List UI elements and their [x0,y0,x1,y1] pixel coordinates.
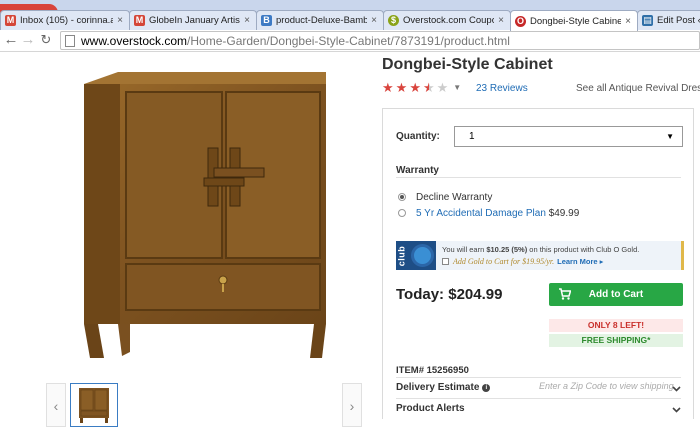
product-title: Dongbei-Style Cabinet [382,56,553,73]
close-icon[interactable]: × [369,15,379,26]
divider [396,398,681,399]
price-today: Today: $204.99 [396,286,503,303]
decline-warranty-label[interactable]: Decline Warranty [416,192,492,203]
add-to-cart-button[interactable]: Add to Cart [549,283,683,306]
page-icon [65,34,75,47]
tab-title: GlobeIn January Artisan B [149,15,240,26]
club-o-earn-text: You will earn $10.25 (5%) on this produc… [442,245,640,254]
buy-box: Quantity: 1 ▼ Warranty Decline Warranty … [382,108,694,419]
tab-title: Dongbei-Style Cabinet - [530,15,621,27]
decline-warranty-radio[interactable] [398,193,406,201]
edit-post-icon: ▤ [642,15,653,26]
blogger-icon: B [261,15,272,26]
cart-icon [559,288,571,300]
tab-coupons[interactable]: $ Overstock.com Coupons × [383,10,511,30]
close-icon[interactable]: × [242,15,252,26]
tab-gmail-inbox[interactable]: M Inbox (105) - corinna.ah@ × [0,10,130,30]
damage-plan-radio[interactable] [398,209,406,217]
close-icon[interactable]: × [623,16,633,27]
warranty-label: Warranty [396,165,439,176]
overstock-coupon-icon: $ [388,15,399,26]
thumbnail-image[interactable] [70,383,118,427]
divider [396,177,681,178]
tab-edit-post[interactable]: ▤ Edit Post ‹ A [637,10,700,30]
tab-title: Inbox (105) - corinna.ah@ [20,15,113,26]
divider [396,377,681,378]
star-icon: ★ [436,80,449,95]
club-o-banner: club You will earn $10.25 (5%) on this p… [396,241,684,270]
url-host: www.overstock.com [81,33,188,48]
reviews-link[interactable]: 23 Reviews [476,83,528,94]
url-path: /Home-Garden/Dongbei-Style-Cabinet/78731… [187,33,510,48]
price-value: $204.99 [448,286,503,303]
star-rating[interactable]: ★ ★ ★ ★ ★ ▼ [382,81,461,94]
damage-plan-link[interactable]: 5 Yr Accidental Damage Plan [416,208,546,219]
quantity-value: 1 [469,131,475,142]
prev-image-button[interactable]: ‹ [46,383,66,427]
back-arrow-icon[interactable]: ← [3,32,19,48]
chevron-down-icon[interactable] [672,405,681,414]
image-thumbnails: ‹ › [0,380,370,430]
info-icon[interactable]: i [482,383,491,392]
gmail-icon: M [134,15,145,26]
stock-badge: ONLY 8 LEFT! [549,319,683,332]
tab-blogger[interactable]: B product-Deluxe-Bamboo × [256,10,384,30]
next-image-button[interactable]: › [342,383,362,427]
add-gold-text: Add Gold to Cart for $19.95/yr. [453,257,555,266]
zip-hint: Enter a Zip Code to view shipping. [539,381,677,391]
reload-icon[interactable]: ↻ [38,32,54,48]
product-alerts-row[interactable]: Product Alerts [396,403,465,414]
chevron-down-icon: ▼ [666,132,674,141]
star-icon: ★ [395,80,408,95]
tab-title: product-Deluxe-Bamboo [276,15,367,26]
add-gold-checkbox[interactable] [442,258,449,265]
tab-globein[interactable]: M GlobeIn January Artisan B × [129,10,257,30]
overstock-icon: O [515,15,526,27]
quantity-label: Quantity: [396,131,440,142]
add-to-cart-label: Add to Cart [588,289,644,300]
item-number: ITEM# 15256950 [396,365,469,376]
delivery-estimate-row[interactable]: Delivery Estimate i [396,382,491,393]
browser-tab-strip: M Inbox (105) - corinna.ah@ × M GlobeIn … [0,0,700,31]
close-icon[interactable]: × [496,15,506,26]
club-o-logo: club [396,241,436,270]
chevron-down-icon[interactable] [672,384,681,393]
star-icon: ★ [382,80,394,95]
browser-toolbar: ← → ↻ www.overstock.com/Home-Garden/Dong… [0,30,700,52]
product-image[interactable] [78,70,336,362]
thumbnail-cabinet-image [79,388,109,423]
forward-arrow-icon[interactable]: → [20,32,36,48]
star-half-icon: ★ [422,80,435,95]
free-shipping-badge: FREE SHIPPING* [549,334,683,347]
address-bar[interactable]: www.overstock.com/Home-Garden/Dongbei-St… [60,31,700,50]
see-all-link[interactable]: See all Antique Revival Dressers [576,83,700,94]
gmail-icon: M [5,15,16,26]
tab-title: Edit Post ‹ A [657,15,700,26]
caret-down-icon[interactable]: ▼ [453,83,461,92]
damage-plan-price: $49.99 [548,208,580,219]
quantity-select[interactable]: 1 ▼ [454,126,683,147]
learn-more-link[interactable]: Learn More ▸ [557,257,603,266]
tab-title: Overstock.com Coupons [403,15,494,26]
star-icon: ★ [409,80,421,95]
tab-dongbei-cabinet[interactable]: O Dongbei-Style Cabinet - × [510,10,638,31]
close-icon[interactable]: × [115,15,125,26]
